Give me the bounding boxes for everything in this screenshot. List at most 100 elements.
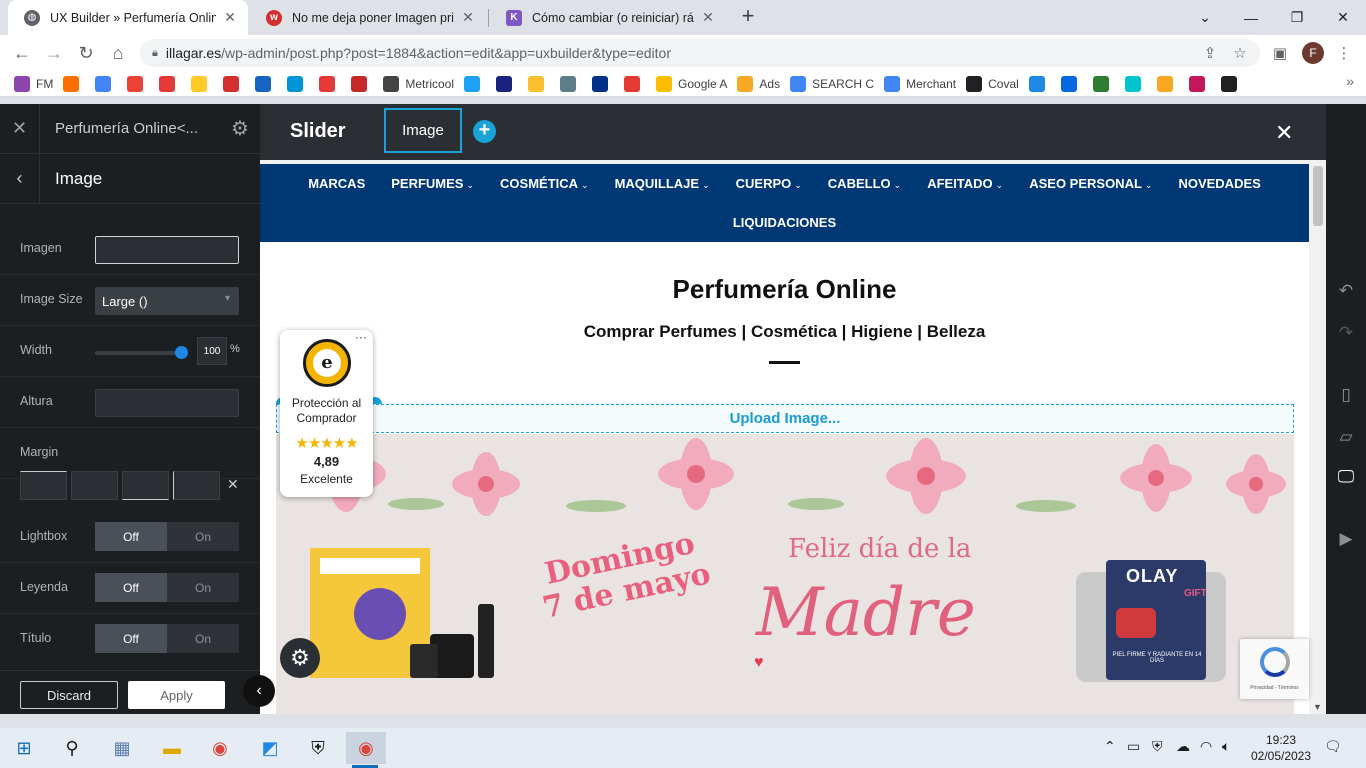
close-icon[interactable]: ✕: [700, 9, 716, 26]
tab-como-cambiar[interactable]: K Cómo cambiar (o reiniciar) rápid ✕: [490, 0, 726, 35]
chevron-up-icon[interactable]: ⌃: [1104, 738, 1116, 755]
desktop-preview-icon[interactable]: 🖵︎: [1326, 462, 1366, 492]
bookmark-item[interactable]: Coval: [966, 75, 1019, 92]
margin-left-input[interactable]: [173, 471, 220, 500]
search-icon[interactable]: ⚲: [52, 732, 92, 764]
bookmark-star-icon[interactable]: ☆: [1226, 39, 1254, 67]
toggle-on[interactable]: On: [167, 624, 239, 653]
nav-item[interactable]: CUERPO ⌄: [736, 176, 802, 191]
sidebar-toggle-icon[interactable]: ▣: [1266, 39, 1294, 67]
bookmark-item[interactable]: [1220, 75, 1243, 92]
address-bar[interactable]: 🔒︎ illagar.es/wp-admin/post.php?post=188…: [140, 39, 1260, 67]
more-icon[interactable]: ···: [355, 330, 367, 344]
app-icon[interactable]: ◩: [250, 732, 290, 764]
toggle-off[interactable]: Off: [95, 573, 167, 602]
file-explorer-icon[interactable]: ▬: [152, 732, 192, 764]
bookmark-item[interactable]: SEARCH C: [790, 75, 874, 92]
security-icon[interactable]: ⛨: [1152, 738, 1163, 755]
redo-icon[interactable]: ↷: [1326, 318, 1366, 348]
toggle-on[interactable]: On: [167, 522, 239, 551]
gear-icon[interactable]: ⚙: [220, 116, 260, 141]
tab-no-me-deja[interactable]: w No me deja poner Imagen princip ✕: [250, 0, 486, 35]
margin-right-input[interactable]: [71, 471, 118, 500]
toggle-off[interactable]: Off: [95, 522, 167, 551]
nav-item[interactable]: PERFUMES ⌄: [391, 176, 474, 191]
margin-top-input[interactable]: [20, 471, 67, 500]
notification-icon[interactable]: 🗨︎: [1324, 738, 1342, 755]
battery-icon[interactable]: ▭: [1127, 738, 1140, 755]
upload-image-button[interactable]: Upload Image...: [276, 404, 1294, 433]
mobile-preview-icon[interactable]: ▯: [1326, 380, 1366, 410]
bookmark-item[interactable]: [496, 75, 518, 92]
breadcrumb-image[interactable]: Image: [384, 108, 462, 153]
bookmark-item[interactable]: [287, 75, 309, 92]
close-icon[interactable]: ✕: [0, 103, 40, 154]
system-clock[interactable]: 19:23 02/05/2023: [1246, 732, 1316, 764]
trusted-shops-badge[interactable]: ··· e Protección al Comprador ★★★★★ 4,89…: [280, 330, 373, 497]
image-size-select[interactable]: Large (): [95, 287, 239, 315]
chrome-profile-icon[interactable]: ◉: [346, 732, 386, 764]
bookmark-item[interactable]: [159, 75, 181, 92]
window-close-button[interactable]: ✕: [1320, 0, 1366, 35]
nav-item[interactable]: AFEITADO ⌄: [927, 176, 1003, 191]
windows-start-icon[interactable]: ⊞: [4, 732, 44, 764]
tablet-preview-icon[interactable]: ▱: [1326, 422, 1366, 452]
bookmark-item[interactable]: [127, 75, 149, 92]
nav-item[interactable]: MARCAS: [308, 176, 365, 191]
scroll-down-icon[interactable]: ▼: [1313, 702, 1322, 712]
play-icon[interactable]: ▶: [1326, 524, 1366, 554]
scroll-thumb[interactable]: [1313, 166, 1323, 226]
close-icon[interactable]: ✕: [222, 9, 238, 26]
bookmark-item[interactable]: [95, 75, 117, 92]
lightbox-toggle[interactable]: Off On: [95, 522, 239, 551]
toggle-on[interactable]: On: [167, 573, 239, 602]
home-icon[interactable]: ⌂: [104, 39, 132, 67]
titulo-toggle[interactable]: Off On: [95, 624, 239, 653]
nav-item[interactable]: MAQUILLAJE ⌄: [615, 176, 710, 191]
bookmark-item[interactable]: [624, 75, 646, 92]
bookmark-item[interactable]: [464, 75, 486, 92]
calculator-icon[interactable]: ▦: [102, 732, 142, 764]
margin-bottom-input[interactable]: [122, 471, 169, 500]
altura-input[interactable]: [95, 389, 239, 417]
bookmark-item[interactable]: Ads: [737, 75, 780, 92]
bookmark-item[interactable]: [1124, 75, 1147, 92]
width-value-input[interactable]: 100: [197, 337, 227, 365]
bookmark-item[interactable]: FM: [14, 75, 53, 92]
bookmark-item[interactable]: Google A: [656, 75, 727, 92]
bookmark-item[interactable]: Merchant: [884, 75, 956, 92]
volume-icon[interactable]: 🔈︎: [1222, 738, 1230, 755]
bookmark-item[interactable]: [191, 75, 213, 92]
bookmark-item[interactable]: [528, 75, 550, 92]
tab-search-icon[interactable]: ⌄: [1182, 0, 1228, 35]
shield-icon[interactable]: ⛨: [298, 732, 338, 764]
add-element-button[interactable]: +: [473, 120, 496, 143]
reload-icon[interactable]: ↻: [72, 39, 100, 67]
bookmark-item[interactable]: [592, 75, 614, 92]
recaptcha-badge[interactable]: Privacidad - Términos: [1240, 639, 1309, 699]
bookmark-item[interactable]: [560, 75, 582, 92]
restore-button[interactable]: ❐: [1274, 0, 1320, 35]
bookmark-item[interactable]: [1060, 75, 1083, 92]
chevron-left-icon[interactable]: ‹: [0, 153, 40, 204]
leyenda-toggle[interactable]: Off On: [95, 573, 239, 602]
cloud-icon[interactable]: ☁: [1176, 738, 1190, 755]
nav-item[interactable]: LIQUIDACIONES: [733, 215, 836, 230]
chevron-left-icon[interactable]: ‹: [243, 675, 275, 707]
bookmark-item[interactable]: [255, 75, 277, 92]
forward-arrow-icon[interactable]: →: [40, 39, 68, 67]
undo-icon[interactable]: ↶: [1326, 276, 1366, 306]
back-arrow-icon[interactable]: ←: [8, 39, 36, 67]
nav-item[interactable]: COSMÉTICA ⌄: [500, 176, 589, 191]
discard-button[interactable]: Discard: [20, 681, 118, 709]
minimize-button[interactable]: —: [1228, 0, 1274, 35]
apply-button[interactable]: Apply: [128, 681, 225, 709]
bookmark-item[interactable]: [1188, 75, 1211, 92]
canvas-scrollbar[interactable]: ▼: [1309, 160, 1326, 714]
bookmark-item[interactable]: [1092, 75, 1115, 92]
slider-handle[interactable]: [175, 346, 188, 359]
tab-ux-builder[interactable]: ◍ UX Builder » Perfumería Online<l ✕: [8, 0, 248, 35]
close-icon[interactable]: ✕: [460, 9, 476, 26]
wifi-icon[interactable]: ◠: [1200, 738, 1212, 755]
bookmark-item[interactable]: [351, 75, 373, 92]
